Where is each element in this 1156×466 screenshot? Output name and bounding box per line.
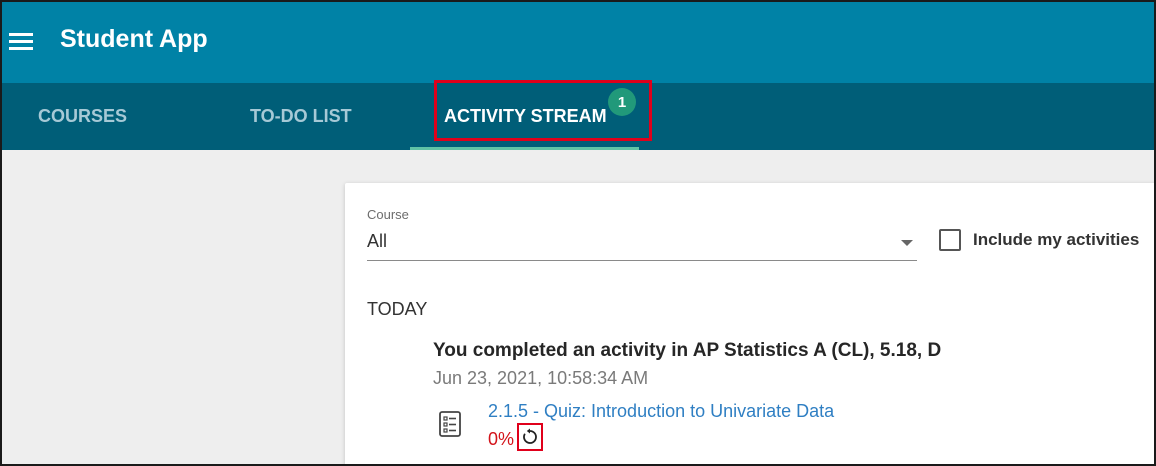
course-select-value: All xyxy=(367,231,388,251)
tab-activity-stream[interactable]: ACTIVITY STREAM 1 xyxy=(410,83,639,150)
tab-courses[interactable]: COURSES xyxy=(38,83,127,150)
course-select[interactable]: All xyxy=(367,227,917,261)
score-value: 0% xyxy=(488,429,515,449)
section-heading-today: TODAY xyxy=(367,299,428,319)
menu-icon[interactable] xyxy=(8,30,36,54)
activity-timestamp: Jun 23, 2021, 10:58:34 AM xyxy=(433,368,649,388)
activity-link[interactable]: 2.1.5 - Quiz: Introduction to Univariate… xyxy=(488,401,834,422)
tab-activity-stream-label: ACTIVITY STREAM xyxy=(444,106,607,126)
activity-heading: You completed an activity in AP Statisti… xyxy=(433,340,942,361)
activity-stream-card: Course All Include my activities TODAY Y… xyxy=(345,183,1154,464)
active-tab-indicator xyxy=(410,147,639,150)
retry-icon xyxy=(523,428,537,444)
quiz-list-icon xyxy=(439,411,461,437)
notification-badge: 1 xyxy=(608,88,636,116)
retry-button[interactable] xyxy=(517,423,543,451)
tab-bar: COURSES TO-DO LIST ACTIVITY STREAM 1 xyxy=(2,83,1154,150)
tab-todo-list[interactable]: TO-DO LIST xyxy=(250,83,352,150)
app-window: Student App COURSES TO-DO LIST ACTIVITY … xyxy=(0,0,1156,466)
include-my-activities-label: Include my activities xyxy=(973,230,1140,249)
include-my-activities-checkbox[interactable] xyxy=(939,229,961,251)
app-bar: Student App xyxy=(2,2,1154,83)
course-field-label: Course xyxy=(367,207,409,222)
chevron-down-icon xyxy=(901,240,913,246)
include-my-activities-toggle[interactable]: Include my activities xyxy=(939,228,1139,252)
app-title: Student App xyxy=(60,25,208,53)
